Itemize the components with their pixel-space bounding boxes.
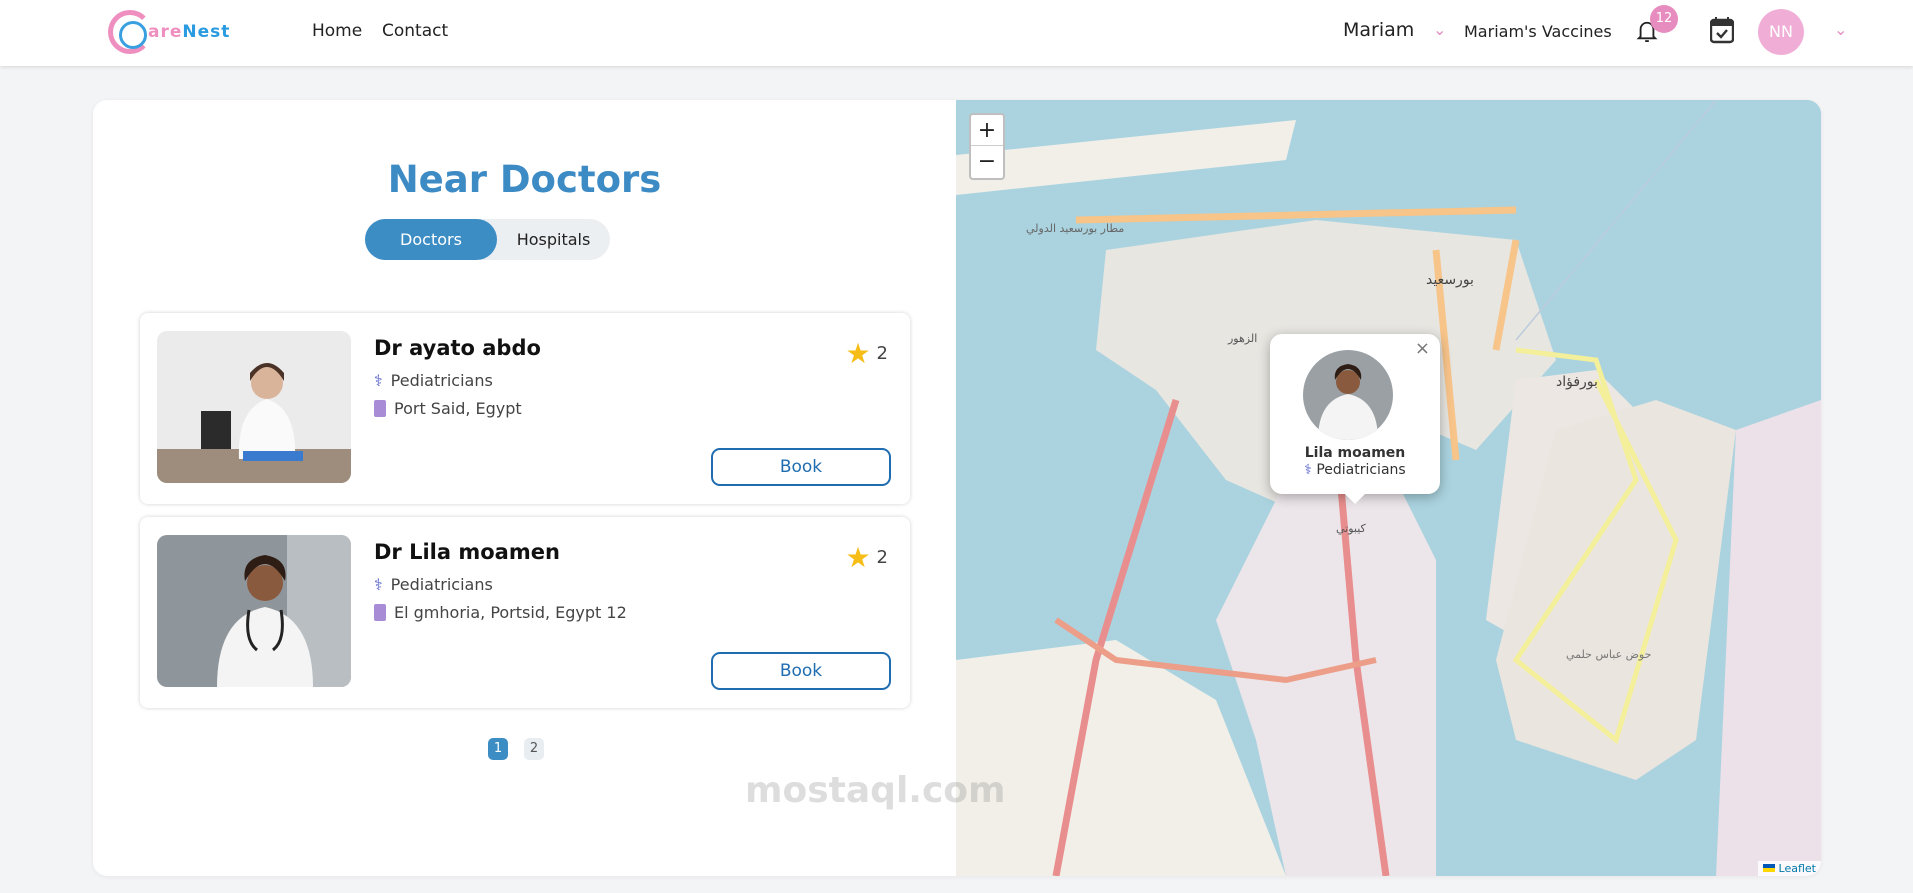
zoom-control: + − [969,113,1005,180]
watermark: mostaql.com [745,770,1006,811]
page-2[interactable]: 2 [524,738,544,760]
nav-contact[interactable]: Contact [382,21,448,41]
hospital-building-icon [374,400,386,417]
carenest-logo[interactable]: are Nest [108,10,230,54]
map-label: بورفؤاد [1556,374,1598,390]
rating: ★ 2 [845,541,888,574]
vaccines-link[interactable]: Mariam's Vaccines [1464,22,1612,41]
doctor-card: Dr Lila moamen ⚕ Pediatricians El gmhoria… [140,517,910,708]
page-title: Near Doctors [387,158,662,201]
chevron-down-icon[interactable]: ⌄ [1433,20,1446,39]
book-button[interactable]: Book [711,448,891,486]
doctor-specialty: ⚕ Pediatricians [374,371,493,390]
main-card: Near Doctors Doctors Hospitals Dr ayato … [93,100,1821,876]
nav-home[interactable]: Home [312,21,362,41]
map-label: حوض عباس حلمي [1566,648,1652,661]
doctor-photo [157,535,351,687]
doctor-specialty: ⚕ Pediatricians [374,575,493,594]
zoom-in-button[interactable]: + [971,115,1003,146]
popup-specialty: ⚕ Pediatricians [1304,462,1406,478]
hospital-building-icon [374,604,386,621]
doctor-card: Dr ayato abdo ⚕ Pediatricians Port Said, … [140,313,910,504]
chevron-down-icon[interactable]: ⌄ [1834,20,1847,39]
doctor-name: Dr Lila moamen [374,540,560,564]
stethoscope-icon: ⚕ [374,371,383,390]
map-label: الزهور [1228,332,1258,345]
doctor-hospital-toggle: Doctors Hospitals [365,219,610,260]
tab-doctors[interactable]: Doctors [365,219,497,260]
star-icon: ★ [845,541,871,574]
stethoscope-icon: ⚕ [1304,462,1312,478]
map[interactable]: بورسعيد بورفؤاد حوض عباس حلمي مطار بورسع… [956,100,1821,876]
user-menu[interactable]: Mariam [1343,19,1414,41]
tab-hospitals[interactable]: Hospitals [497,219,610,260]
doctor-location: Port Said, Egypt [374,399,522,418]
popup-doctor-photo [1303,350,1393,440]
star-icon: ★ [845,337,871,370]
popup-doctor-name: Lila moamen [1304,445,1406,461]
avatar[interactable]: NN [1758,9,1804,55]
map-label: كيبوتي [1336,522,1366,535]
logo-mark-icon [108,10,152,54]
top-navbar: are Nest Home Contact Mariam ⌄ Mariam's V… [0,0,1913,66]
ukraine-flag-icon [1763,864,1776,872]
book-button[interactable]: Book [711,652,891,690]
doctor-name: Dr ayato abdo [374,336,541,360]
rating: ★ 2 [845,337,888,370]
map-label: مطار بورسعيد الدولي [1026,222,1125,235]
doctor-location: El gmhoria, Portsid, Egypt 12 [374,603,627,622]
leaflet-attribution[interactable]: Leaflet [1758,861,1821,876]
page-1[interactable]: 1 [488,738,508,760]
doctor-photo [157,331,351,483]
map-label: بورسعيد [1426,272,1474,288]
calendar-check-icon[interactable] [1710,16,1734,44]
map-popup: × Lila moamen ⚕ Pediatricians [1270,334,1440,504]
stethoscope-icon: ⚕ [374,575,383,594]
notification-badge: 12 [1650,5,1678,33]
close-icon[interactable]: × [1415,338,1430,359]
zoom-out-button[interactable]: − [971,146,1003,177]
